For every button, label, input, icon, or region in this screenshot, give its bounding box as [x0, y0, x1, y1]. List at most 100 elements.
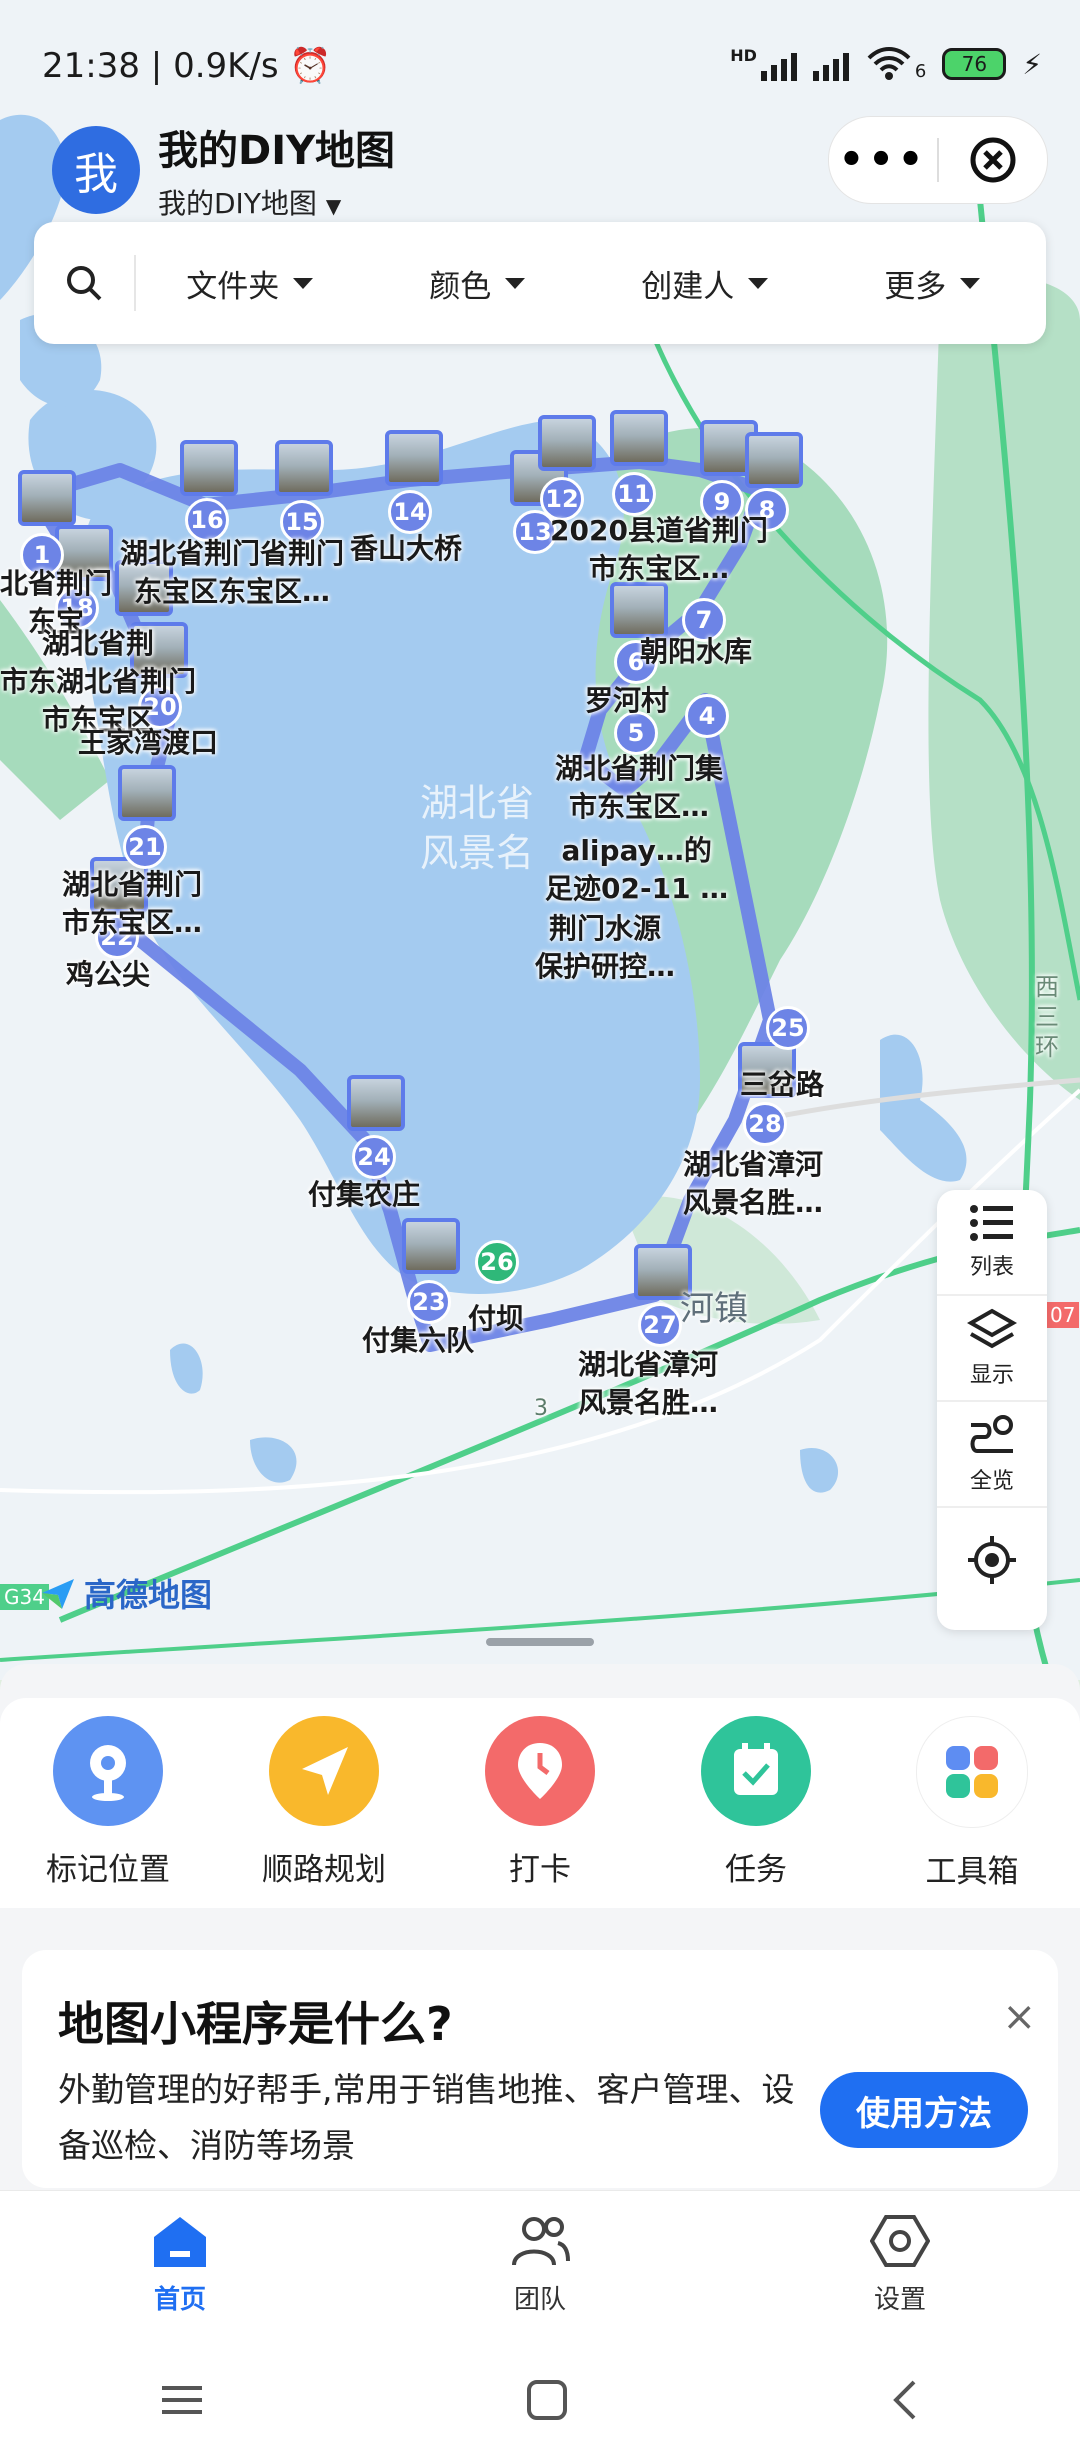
back-icon[interactable] — [890, 2378, 920, 2422]
quick-action-route-plan[interactable]: 顺路规划 — [224, 1698, 424, 1908]
amap-logo-text: 高德地图 — [84, 1576, 213, 1614]
town-label: 河镇 — [680, 1289, 748, 1329]
filter-bar: 文件夹 颜色 创建人 更多 — [34, 222, 1046, 344]
route-pin[interactable]: 14 — [388, 490, 432, 534]
drag-handle[interactable] — [486, 1638, 594, 1646]
map-selector[interactable]: 我的DIY地图 ▼ — [158, 182, 395, 222]
display-button[interactable]: 显示 — [937, 1296, 1047, 1402]
map-place-label: 湖北省荆门集 市东宝区… — [555, 752, 724, 823]
filter-creator[interactable]: 创建人 — [591, 261, 819, 306]
status-time: 21:38 | 0.9K/s ⏰ — [42, 46, 332, 86]
gear-icon — [870, 2215, 930, 2267]
route-pin[interactable]: 4 — [685, 694, 729, 738]
route-pin-green[interactable]: 26 — [475, 1240, 519, 1284]
photo-marker[interactable] — [402, 1218, 460, 1274]
filter-color[interactable]: 颜色 — [364, 261, 592, 306]
photo-marker[interactable] — [180, 440, 238, 496]
quick-action-toolbox[interactable]: 工具箱 — [872, 1698, 1072, 1908]
amap-logo: 高德地图 — [40, 1570, 212, 1616]
route-overview-icon — [970, 1415, 1013, 1453]
map-place-label: 香山大桥 — [350, 532, 463, 565]
battery-level: 76 — [961, 52, 988, 76]
quick-action-label: 顺路规划 — [262, 1852, 386, 1888]
route-pin[interactable]: 27 — [638, 1303, 682, 1347]
filter-folder[interactable]: 文件夹 — [136, 261, 364, 306]
wifi-badge: 6 — [914, 61, 927, 82]
map-side-controls: 列表 显示 全览 — [937, 1190, 1047, 1630]
dropdown-arrow-icon — [960, 277, 981, 289]
quick-action-checkin[interactable]: 打卡 — [440, 1698, 640, 1908]
menu-icon[interactable] — [160, 2380, 204, 2420]
photo-marker[interactable] — [118, 765, 176, 821]
route-pin[interactable]: 24 — [352, 1135, 396, 1179]
photo-marker[interactable] — [538, 415, 596, 471]
page-title: 我的DIY地图 — [158, 128, 396, 174]
locate-button[interactable] — [937, 1508, 1047, 1612]
promo-description: 外勤管理的好帮手,常用于销售地推、客户管理、设备巡检、消防等场景 — [58, 2070, 795, 2165]
route-pin[interactable]: 28 — [743, 1102, 787, 1146]
photo-marker[interactable] — [745, 432, 803, 488]
hd-badge: HD — [730, 46, 757, 65]
route-pin[interactable]: 11 — [612, 472, 656, 516]
map-selector-label: 我的DIY地图 — [158, 187, 317, 220]
quick-action-label: 标记位置 — [46, 1852, 170, 1888]
lake-label: 湖北省 风景名 — [420, 781, 535, 875]
grid-icon — [916, 1716, 1028, 1828]
filter-creator-label: 创建人 — [641, 268, 735, 305]
miniapp-capsule: ••• — [828, 116, 1048, 204]
charging-icon: ⚡ — [1022, 47, 1042, 81]
photo-marker[interactable] — [18, 470, 76, 526]
map-place-label: 付坝 — [468, 1302, 525, 1335]
close-button[interactable] — [939, 135, 1047, 185]
filter-folder-label: 文件夹 — [186, 268, 280, 305]
route-pin[interactable]: 23 — [407, 1280, 451, 1324]
map-place-label: 三岔路 — [740, 1068, 825, 1101]
filter-color-label: 颜色 — [429, 268, 492, 305]
photo-marker[interactable] — [385, 430, 443, 486]
road-code: 07 — [1046, 1302, 1080, 1328]
home-square-icon[interactable] — [525, 2378, 569, 2422]
quick-actions: 标记位置 顺路规划 打卡 任务 工具箱 — [0, 1698, 1080, 1908]
search-button[interactable] — [34, 255, 136, 311]
tab-team[interactable]: 团队 — [440, 2191, 640, 2341]
tab-home-label: 首页 — [153, 2285, 206, 2315]
map-place-label: 朝阳水库 — [640, 635, 753, 668]
promo-title: 地图小程序是什么? — [58, 1997, 453, 2051]
net-speed: 0.9K/s — [173, 46, 279, 86]
photo-marker[interactable] — [347, 1075, 405, 1131]
map-place-label: 湖北省漳河 风景名胜… — [578, 1348, 719, 1419]
team-icon — [512, 2217, 570, 2266]
tab-bar: 首页 团队 设置 — [0, 2190, 1080, 2341]
photo-marker[interactable] — [275, 440, 333, 496]
chevron-down-icon: ▼ — [325, 194, 342, 218]
photo-marker[interactable] — [610, 410, 668, 466]
filter-more[interactable]: 更多 — [819, 261, 1047, 306]
quick-action-mark-location[interactable]: 标记位置 — [8, 1698, 208, 1908]
layers-icon — [967, 1308, 1017, 1349]
overview-button[interactable]: 全览 — [937, 1402, 1047, 1508]
road-label: 西三环 — [1035, 973, 1059, 1061]
promo-close-icon[interactable]: × — [1002, 1994, 1036, 2040]
quick-action-label: 任务 — [725, 1852, 787, 1888]
route-pin[interactable]: 21 — [123, 825, 167, 869]
signal-icon — [812, 47, 849, 81]
avatar[interactable]: 我 — [52, 126, 140, 214]
map-place-label: 王家湾渡口 — [78, 726, 219, 759]
more-button[interactable]: ••• — [829, 137, 937, 183]
clock-text: 21:38 — [42, 46, 140, 86]
signal-icon — [760, 47, 797, 81]
photo-marker[interactable] — [610, 582, 668, 638]
route-pin[interactable]: 25 — [766, 1006, 810, 1050]
tab-settings[interactable]: 设置 — [800, 2191, 1000, 2341]
quick-action-task[interactable]: 任务 — [656, 1698, 856, 1908]
home-icon — [154, 2217, 206, 2267]
tab-settings-label: 设置 — [873, 2285, 926, 2315]
list-button[interactable]: 列表 — [937, 1190, 1047, 1296]
system-nav-bar — [0, 2340, 1080, 2460]
send-arrow-icon — [269, 1716, 379, 1826]
how-to-use-button[interactable]: 使用方法 — [820, 2072, 1028, 2148]
alarm-icon: ⏰ — [289, 46, 332, 86]
map-place-label: alipay…的 足迹02-11 … — [545, 834, 729, 905]
tab-home[interactable]: 首页 — [80, 2191, 280, 2341]
search-icon — [67, 266, 102, 301]
